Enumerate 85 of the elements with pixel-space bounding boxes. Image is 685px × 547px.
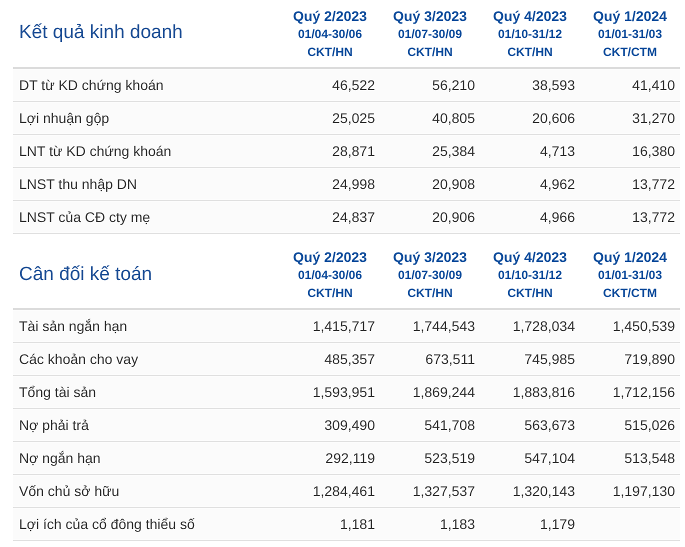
table-cell-text: 46,522	[331, 76, 376, 94]
row-label: LNST thu nhập DN	[18, 174, 138, 194]
row-label: Lợi nhuận gộp	[18, 108, 110, 128]
row-label: DT từ KD chứng khoán	[18, 76, 165, 95]
table-cell-text: 745,985	[523, 350, 576, 368]
row-label: LNST của CĐ cty mẹ	[18, 208, 152, 227]
table-cell-text: 1,320,143	[512, 482, 576, 500]
table-cell-text: 309,490	[323, 416, 376, 434]
row-label: Nợ phải trả	[18, 416, 90, 435]
table-cell-text: 1,450,539	[612, 316, 676, 336]
table-cell-text: 523,519	[423, 448, 476, 468]
table-cell-text: 20,908	[431, 174, 476, 194]
table-cell-text: 547,104	[523, 448, 576, 468]
date-range: 01/01-31/03	[598, 267, 662, 284]
table-cell-text: 24,998	[331, 174, 376, 194]
period-heading: Quý 1/2024	[593, 6, 667, 24]
date-range: 01/10-31/12	[498, 267, 562, 284]
row-label: Lợi ích của cổ đông thiểu số	[18, 514, 196, 534]
date-range: 01/04-30/06	[298, 267, 362, 284]
audit-label: CKT/HN	[407, 44, 453, 60]
table-cell-text: 31,270	[631, 108, 676, 128]
date-range: 01/04-30/06	[298, 26, 362, 42]
period-heading: Quý 4/2023	[493, 6, 567, 24]
table-cell-text: 515,026	[623, 416, 676, 434]
table-cell-text: 1,415,717	[312, 316, 376, 336]
audit-label: CKT/CTM	[603, 285, 657, 302]
table-cell-text: 28,871	[331, 142, 376, 160]
audit-label: CKT/CTM	[603, 44, 657, 60]
table-cell-text: 4,966	[538, 208, 576, 226]
audit-label: CKT/HN	[507, 285, 553, 302]
table-cell-text: 513,548	[623, 448, 676, 468]
audit-label: CKT/HN	[507, 44, 553, 60]
table-cell-text: 25,384	[431, 142, 476, 160]
date-range: 01/01-31/03	[598, 26, 662, 42]
table-cell-text: 41,410	[631, 76, 676, 94]
table-cell-text: 1,179	[538, 514, 576, 534]
table-cell-text: 16,380	[631, 142, 676, 160]
table-cell-text: 485,357	[323, 350, 376, 368]
table-cell-text: 1,183	[438, 514, 476, 534]
table-cell-text: 1,593,951	[312, 382, 376, 402]
audit-label: CKT/HN	[407, 285, 453, 302]
period-heading: Quý 1/2024	[593, 248, 667, 266]
period-heading: Quý 4/2023	[493, 248, 567, 266]
date-range: 01/10-31/12	[498, 26, 562, 42]
period-heading: Quý 2/2023	[293, 6, 367, 24]
row-label: Tổng tài sản	[18, 382, 98, 402]
table-cell-text: 20,906	[431, 208, 476, 226]
period-heading: Quý 3/2023	[393, 248, 467, 266]
table-cell-text: 24,837	[331, 208, 376, 226]
table-cell-text: 1,712,156	[612, 382, 676, 402]
table-cell-text: 25,025	[331, 108, 376, 128]
audit-label: CKT/HN	[307, 285, 353, 302]
table-cell-text: 13,772	[631, 174, 676, 194]
period-heading: Quý 2/2023	[293, 248, 367, 266]
table-cell-text: 1,883,816	[512, 382, 576, 402]
table-cell-text: 1,327,537	[412, 482, 476, 500]
table-cell-text: 541,708	[423, 416, 476, 434]
row-label: Tài sản ngắn hạn	[18, 316, 128, 336]
table-cell-text: 673,511	[424, 350, 476, 368]
table-cell-text: 20,606	[531, 108, 576, 128]
table-cell-text: 719,890	[623, 350, 676, 368]
row-label: Các khoản cho vay	[18, 350, 140, 369]
section-title: Kết quả kinh doanh	[18, 21, 184, 46]
table-cell-text: 1,728,034	[512, 316, 576, 336]
row-label: Nợ ngắn hạn	[18, 448, 102, 468]
table-cell-text: 4,713	[538, 142, 576, 160]
section-title: Cân đối kế toán	[18, 262, 154, 287]
table-cell-text: 1,197,130	[612, 482, 676, 500]
period-heading: Quý 3/2023	[393, 6, 467, 24]
row-label: LNT từ KD chứng khoán	[18, 142, 172, 161]
table-cell-text: 292,119	[324, 448, 376, 468]
table-cell-text: 56,210	[431, 76, 476, 94]
table-cell-text: 40,805	[431, 108, 476, 128]
date-range: 01/07-30/09	[398, 26, 462, 42]
audit-label: CKT/HN	[307, 44, 353, 60]
table-cell-text: 4,962	[538, 174, 576, 194]
row-label: Vốn chủ sở hữu	[18, 482, 120, 500]
table-cell-text: 1,181	[338, 514, 376, 534]
table-cell-text: 1,744,543	[412, 316, 476, 336]
table-cell-text: 1,869,244	[412, 382, 476, 402]
table-cell-text: 563,673	[523, 416, 576, 434]
table-cell-text: 13,772	[631, 208, 676, 226]
table-cell-text: 1,284,461	[312, 482, 376, 500]
table-cell-text: 38,593	[531, 76, 576, 94]
date-range: 01/07-30/09	[398, 267, 462, 284]
